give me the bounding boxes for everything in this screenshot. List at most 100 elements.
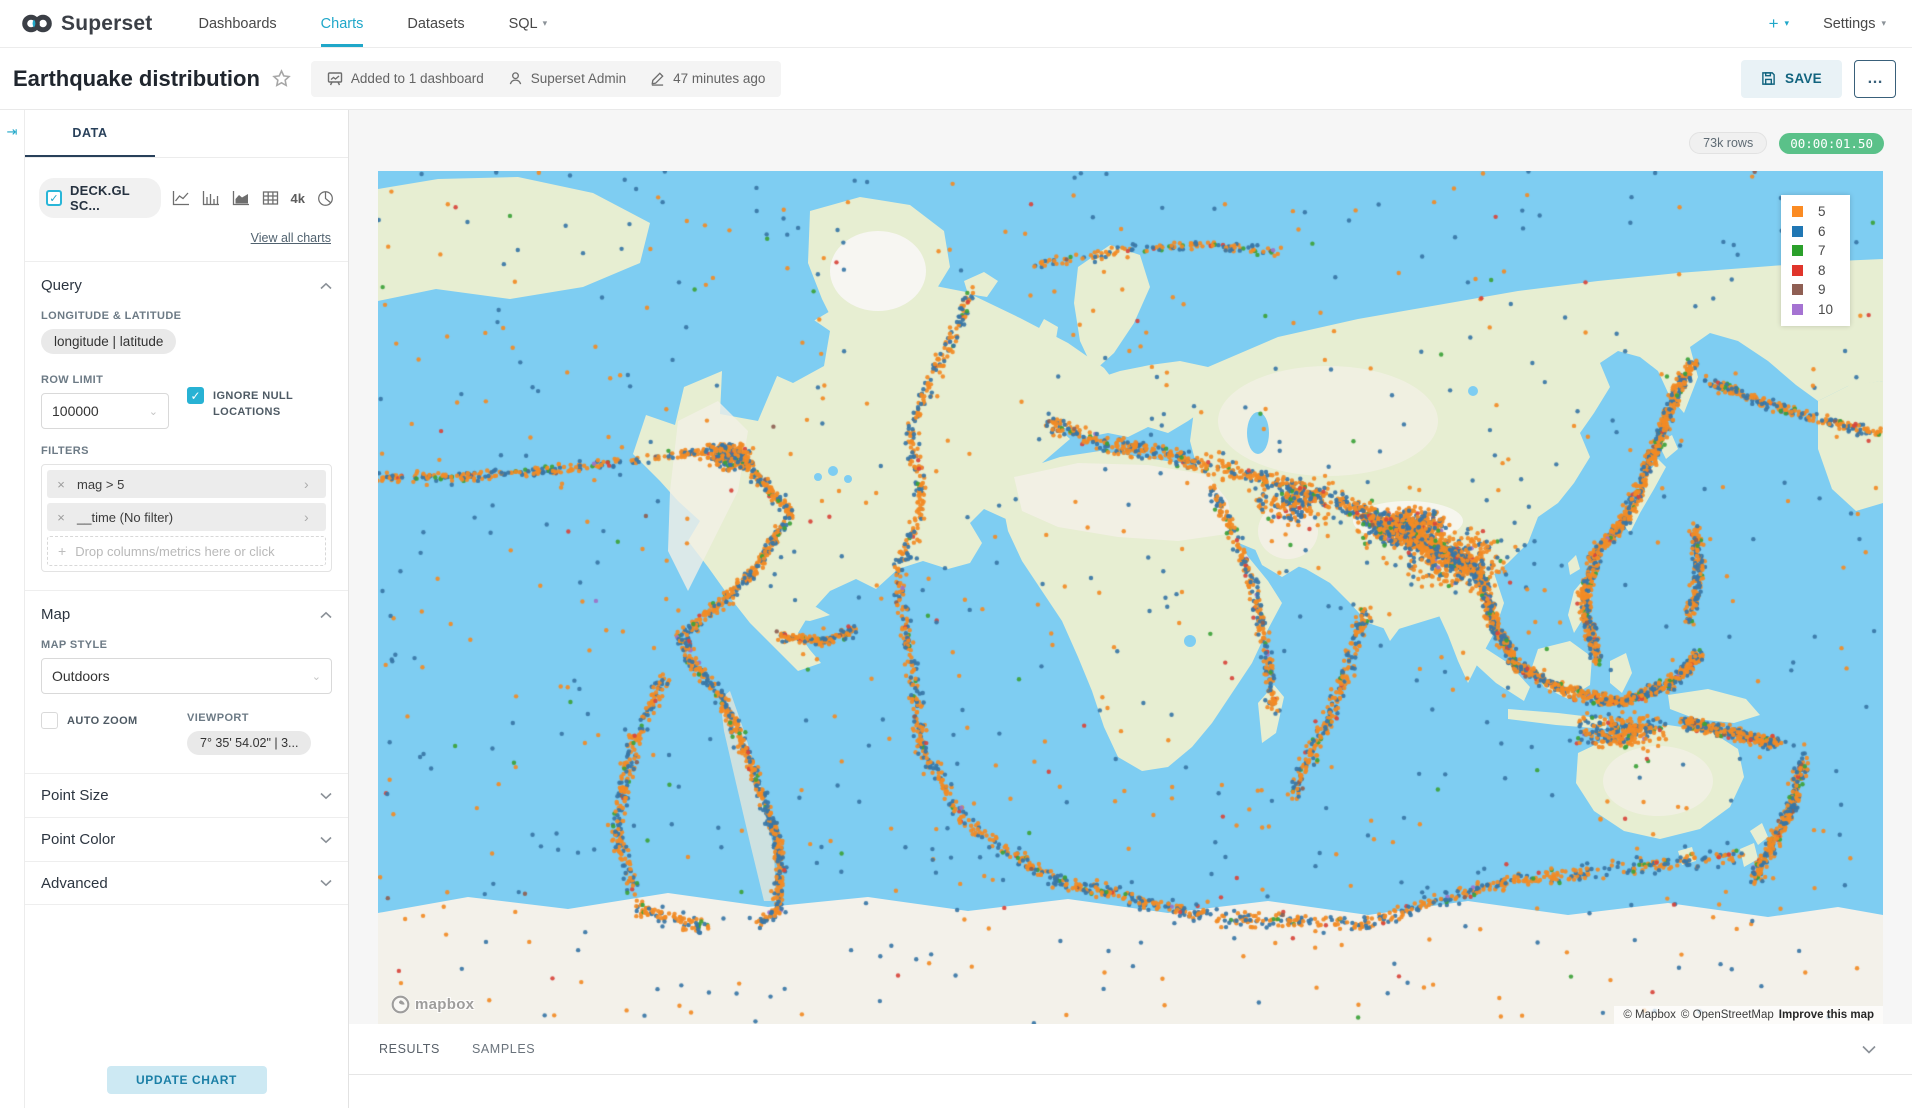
legend-swatch [1792, 265, 1803, 276]
ignore-null-label: IGNORE NULL LOCATIONS [213, 387, 323, 421]
map-style-select[interactable]: Outdoors⌄ [41, 658, 332, 694]
legend-item: 9 [1792, 282, 1836, 297]
bar-chart-icon[interactable] [202, 190, 220, 206]
update-chart-button[interactable]: UPDATE CHART [107, 1066, 267, 1094]
legend-item: 6 [1792, 224, 1836, 239]
dataset-name: DECK.GL SC... [70, 183, 150, 213]
results-strip: RESULTS SAMPLES [349, 1024, 1912, 1108]
tab-data[interactable]: DATA [25, 110, 155, 157]
nav-datasets[interactable]: Datasets [407, 0, 464, 47]
drop-columns-area[interactable]: + Drop columns/metrics here or click [47, 536, 326, 566]
collapse-results-icon[interactable] [1862, 1045, 1876, 1054]
viz-type-shortcuts: 4k [172, 190, 334, 207]
mapbox-logo[interactable]: mapbox [390, 994, 474, 1015]
viewport-label: VIEWPORT [187, 712, 332, 724]
last-modified: 47 minutes ago [650, 71, 765, 86]
deckgl-map[interactable]: 5 6 7 8 9 10 mapbox © Mapbox © OpenStreetMap … [378, 171, 1883, 1024]
table-icon[interactable] [262, 190, 279, 206]
map-section-header[interactable]: Map [41, 606, 332, 623]
filter-time[interactable]: × __time (No filter) › [47, 503, 326, 531]
save-button[interactable]: SAVE [1741, 60, 1842, 98]
line-chart-icon[interactable] [172, 190, 190, 206]
view-all-charts-link[interactable]: View all charts [251, 231, 331, 245]
legend-label: 9 [1818, 282, 1836, 297]
pencil-icon [650, 71, 665, 86]
chevron-down-icon: ⌄ [312, 670, 321, 683]
ignore-null-checkbox[interactable]: ✓ [187, 387, 204, 404]
legend-swatch [1792, 245, 1803, 256]
superset-logo-icon [22, 14, 52, 33]
legend-item: 10 [1792, 302, 1836, 317]
row-limit-select[interactable]: 100000⌄ [41, 393, 169, 429]
row-count-badge: 73k rows [1689, 132, 1767, 154]
dashboards-count[interactable]: Added to 1 dashboard [327, 71, 484, 87]
nav-dashboards[interactable]: Dashboards [198, 0, 276, 47]
dataset-selector[interactable]: ✓ DECK.GL SC... [39, 178, 161, 218]
new-item-menu[interactable]: +▾ [1769, 14, 1789, 34]
chart-owner: Superset Admin [508, 71, 626, 86]
filters-box: × mag > 5 › × __time (No filter) › + Dro… [41, 464, 332, 572]
legend-swatch [1792, 304, 1803, 315]
legend-label: 5 [1818, 204, 1836, 219]
chevron-down-icon [320, 879, 332, 887]
section-point-size[interactable]: Point Size [25, 773, 348, 817]
improve-map-link[interactable]: Improve this map [1779, 1009, 1874, 1021]
area-chart-icon[interactable] [232, 190, 250, 206]
world-map [378, 171, 1883, 1024]
osm-attribution-link[interactable]: © OpenStreetMap [1681, 1009, 1774, 1021]
filter-mag[interactable]: × mag > 5 › [47, 470, 326, 498]
chevron-up-icon [320, 282, 332, 290]
lonlat-label: LONGITUDE & LATITUDE [41, 310, 332, 322]
superset-brand[interactable]: Superset [22, 0, 152, 47]
remove-filter-icon[interactable]: × [47, 477, 75, 492]
caret-down-icon: ▾ [1785, 18, 1790, 29]
panel-collapse-rail: ⇥ [0, 110, 25, 1108]
legend-swatch [1792, 284, 1803, 295]
query-section-header[interactable]: Query [41, 277, 332, 294]
legend-swatch [1792, 226, 1803, 237]
more-actions-button[interactable]: … [1854, 60, 1896, 98]
chevron-down-icon [320, 836, 332, 844]
dashboard-icon [327, 71, 343, 87]
section-point-color[interactable]: Point Color [25, 817, 348, 861]
legend-item: 5 [1792, 204, 1836, 219]
filters-label: FILTERS [41, 445, 332, 457]
mapbox-attribution-link[interactable]: © Mapbox [1623, 1009, 1676, 1021]
dataset-checkbox[interactable]: ✓ [46, 190, 62, 206]
section-advanced[interactable]: Advanced [25, 861, 348, 905]
map-section: Map MAP STYLE Outdoors⌄ AUTO ZOOM VIEWPO… [25, 590, 348, 773]
map-attribution: © Mapbox © OpenStreetMap Improve this ma… [1614, 1006, 1883, 1024]
legend-swatch [1792, 206, 1803, 217]
chevron-up-icon [320, 611, 332, 619]
user-icon [508, 71, 523, 86]
tab-samples[interactable]: SAMPLES [472, 1042, 535, 1056]
chart-area: 73k rows 00:00:01.50 [349, 110, 1912, 1108]
legend-item: 8 [1792, 263, 1836, 278]
map-style-label: MAP STYLE [41, 639, 332, 651]
remove-filter-icon[interactable]: × [47, 510, 75, 525]
tab-results[interactable]: RESULTS [379, 1042, 440, 1056]
mapbox-wordmark: mapbox [415, 996, 474, 1013]
collapse-panel-icon[interactable]: ⇥ [7, 124, 18, 139]
save-disk-icon [1761, 71, 1776, 86]
legend-label: 7 [1818, 243, 1836, 258]
chevron-right-icon: › [304, 476, 326, 492]
settings-menu[interactable]: Settings▾ [1823, 16, 1886, 32]
caret-down-icon: ▾ [1881, 18, 1886, 29]
data-panel: DATA ✓ DECK.GL SC... 4k [25, 110, 349, 1108]
continent-antarctica [378, 893, 1883, 1024]
favorite-star-icon[interactable] [272, 69, 291, 88]
chevron-down-icon [320, 792, 332, 800]
nav-sql[interactable]: SQL▾ [509, 0, 548, 47]
more-viz-count[interactable]: 4k [291, 191, 305, 206]
auto-zoom-checkbox[interactable] [41, 712, 58, 729]
nav-charts[interactable]: Charts [321, 0, 364, 47]
top-navbar: Superset Dashboards Charts Datasets SQL▾… [0, 0, 1912, 48]
pie-chart-icon[interactable] [317, 190, 334, 207]
chart-meta: Added to 1 dashboard Superset Admin 47 m… [311, 61, 781, 97]
caret-down-icon: ▾ [543, 18, 548, 29]
mapbox-logo-icon [390, 994, 411, 1015]
row-limit-label: ROW LIMIT [41, 374, 169, 386]
lonlat-value-pill[interactable]: longitude | latitude [41, 329, 176, 354]
viewport-value-pill[interactable]: 7° 35' 54.02" | 3... [187, 731, 311, 755]
